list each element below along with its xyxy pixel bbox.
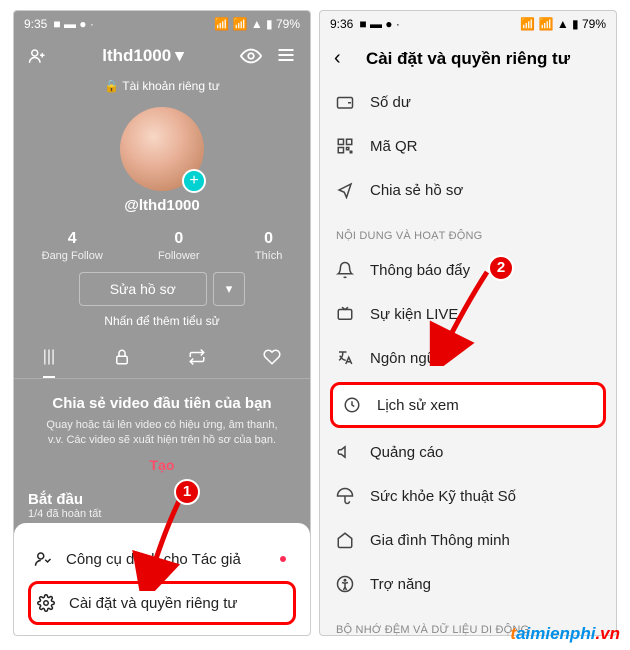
home-icon [336, 531, 354, 549]
row-label: Trợ năng [370, 576, 431, 593]
section-content-activity: NỘI DUNG VÀ HOẠT ĐỘNG [320, 212, 616, 248]
row-label: Quảng cáo [370, 444, 443, 461]
edit-profile-button[interactable]: Sửa hồ sơ [79, 272, 207, 306]
profile-header: lthd1000 ▾ [14, 37, 310, 75]
notification-dot [280, 556, 286, 562]
stat-likes[interactable]: 0 Thích [255, 230, 283, 262]
stat-followers[interactable]: 0 Follower [158, 230, 200, 262]
watermark: taimienphi.vn [510, 624, 620, 644]
share-title: Chia sẻ video đầu tiên của bạn [38, 395, 286, 412]
share-first-video-block: Chia sẻ video đầu tiên của bạn Quay hoặc… [14, 379, 310, 481]
live-icon [336, 305, 354, 323]
stat-following[interactable]: 4 Đang Follow [42, 230, 103, 262]
row-label: Lịch sử xem [377, 397, 459, 414]
umbrella-icon [336, 487, 354, 505]
phone-settings-screen: 9:36 ■ ▬ ● · 📶 📶 ▲ ▮ 79% ‹ Cài đặt và qu… [319, 10, 617, 636]
status-time: 9:35 [24, 17, 47, 31]
wallet-icon [336, 93, 354, 111]
row-label: Sức khỏe Kỹ thuật Số [370, 488, 516, 505]
annotation-arrow-2 [425, 266, 505, 366]
accessibility-icon [336, 575, 354, 593]
menu-icon[interactable] [276, 45, 296, 67]
row-share-profile[interactable]: Chia sẻ hồ sơ [320, 168, 616, 212]
bell-icon [336, 261, 354, 279]
edit-profile-row: Sửa hồ sơ ▾ [14, 272, 310, 306]
row-watch-history[interactable]: Lịch sử xem [330, 382, 606, 428]
add-photo-icon[interactable]: + [182, 169, 206, 193]
avatar[interactable]: + [120, 107, 204, 191]
history-icon [343, 396, 361, 414]
share-desc: Quay hoặc tải lên video có hiệu ứng, âm … [38, 418, 286, 449]
share-icon [336, 181, 354, 199]
row-digital-wellbeing[interactable]: Sức khỏe Kỹ thuật Số [320, 474, 616, 518]
row-family-pairing[interactable]: Gia đình Thông minh [320, 518, 616, 562]
qr-icon [336, 137, 354, 155]
eye-icon[interactable] [240, 45, 262, 67]
tab-grid[interactable]: ||| [43, 338, 55, 378]
avatar-wrap[interactable]: + [14, 107, 310, 191]
private-account-label: 🔒 Tài khoản riêng tư [14, 75, 310, 101]
two-phone-tutorial: 9:35 ■ ▬ ● · 📶 📶 ▲ ▮ 79% lthd1000 ▾ [0, 0, 630, 646]
megaphone-icon [336, 443, 354, 461]
tab-liked[interactable] [263, 338, 281, 378]
sheet-row-label: Cài đặt và quyền riêng tư [69, 595, 237, 612]
language-icon [336, 349, 354, 367]
tab-repost[interactable] [188, 338, 206, 378]
create-video-button[interactable]: Tạo [38, 457, 286, 473]
chevron-down-icon: ▾ [175, 46, 184, 66]
creator-tools-icon [34, 549, 52, 569]
dropdown-button[interactable]: ▾ [213, 272, 246, 306]
row-ads[interactable]: Quảng cáo [320, 430, 616, 474]
settings-header: ‹ Cài đặt và quyền riêng tư [320, 37, 616, 80]
status-app-icons: ■ ▬ ● · [53, 17, 94, 31]
status-bar: 9:35 ■ ▬ ● · 📶 📶 ▲ ▮ 79% [14, 11, 310, 37]
status-app-icons: ■ ▬ ● · [359, 17, 400, 31]
profile-username-title[interactable]: lthd1000 ▾ [102, 46, 184, 66]
row-label: Chia sẻ hồ sơ [370, 182, 463, 199]
row-label: Số dư [370, 94, 411, 111]
row-qr[interactable]: Mã QR [320, 124, 616, 168]
row-label: Gia đình Thông minh [370, 532, 510, 549]
phone-profile-screen: 9:35 ■ ▬ ● · 📶 📶 ▲ ▮ 79% lthd1000 ▾ [13, 10, 311, 636]
callout-badge-1: 1 [174, 479, 200, 505]
status-signal: 📶 📶 ▲ ▮ 79% [520, 17, 606, 31]
status-time: 9:36 [330, 17, 353, 31]
profile-tabs: ||| [14, 338, 310, 379]
row-label: Mã QR [370, 138, 418, 155]
tab-private[interactable] [113, 338, 131, 378]
settings-title: Cài đặt và quyền riêng tư [334, 49, 602, 69]
callout-badge-2: 2 [488, 255, 514, 281]
status-bar: 9:36 ■ ▬ ● · 📶 📶 ▲ ▮ 79% [320, 11, 616, 37]
annotation-arrow-1 [129, 491, 199, 591]
row-balance[interactable]: Số dư [320, 80, 616, 124]
gear-icon [37, 593, 55, 613]
status-signal: 📶 📶 ▲ ▮ 79% [214, 17, 300, 31]
add-bio-hint[interactable]: Nhấn để thêm tiểu sử [14, 314, 310, 328]
add-friend-icon[interactable] [28, 46, 46, 66]
stats-row: 4 Đang Follow 0 Follower 0 Thích [14, 230, 310, 262]
row-accessibility[interactable]: Trợ năng [320, 562, 616, 606]
username-handle: @lthd1000 [14, 197, 310, 214]
